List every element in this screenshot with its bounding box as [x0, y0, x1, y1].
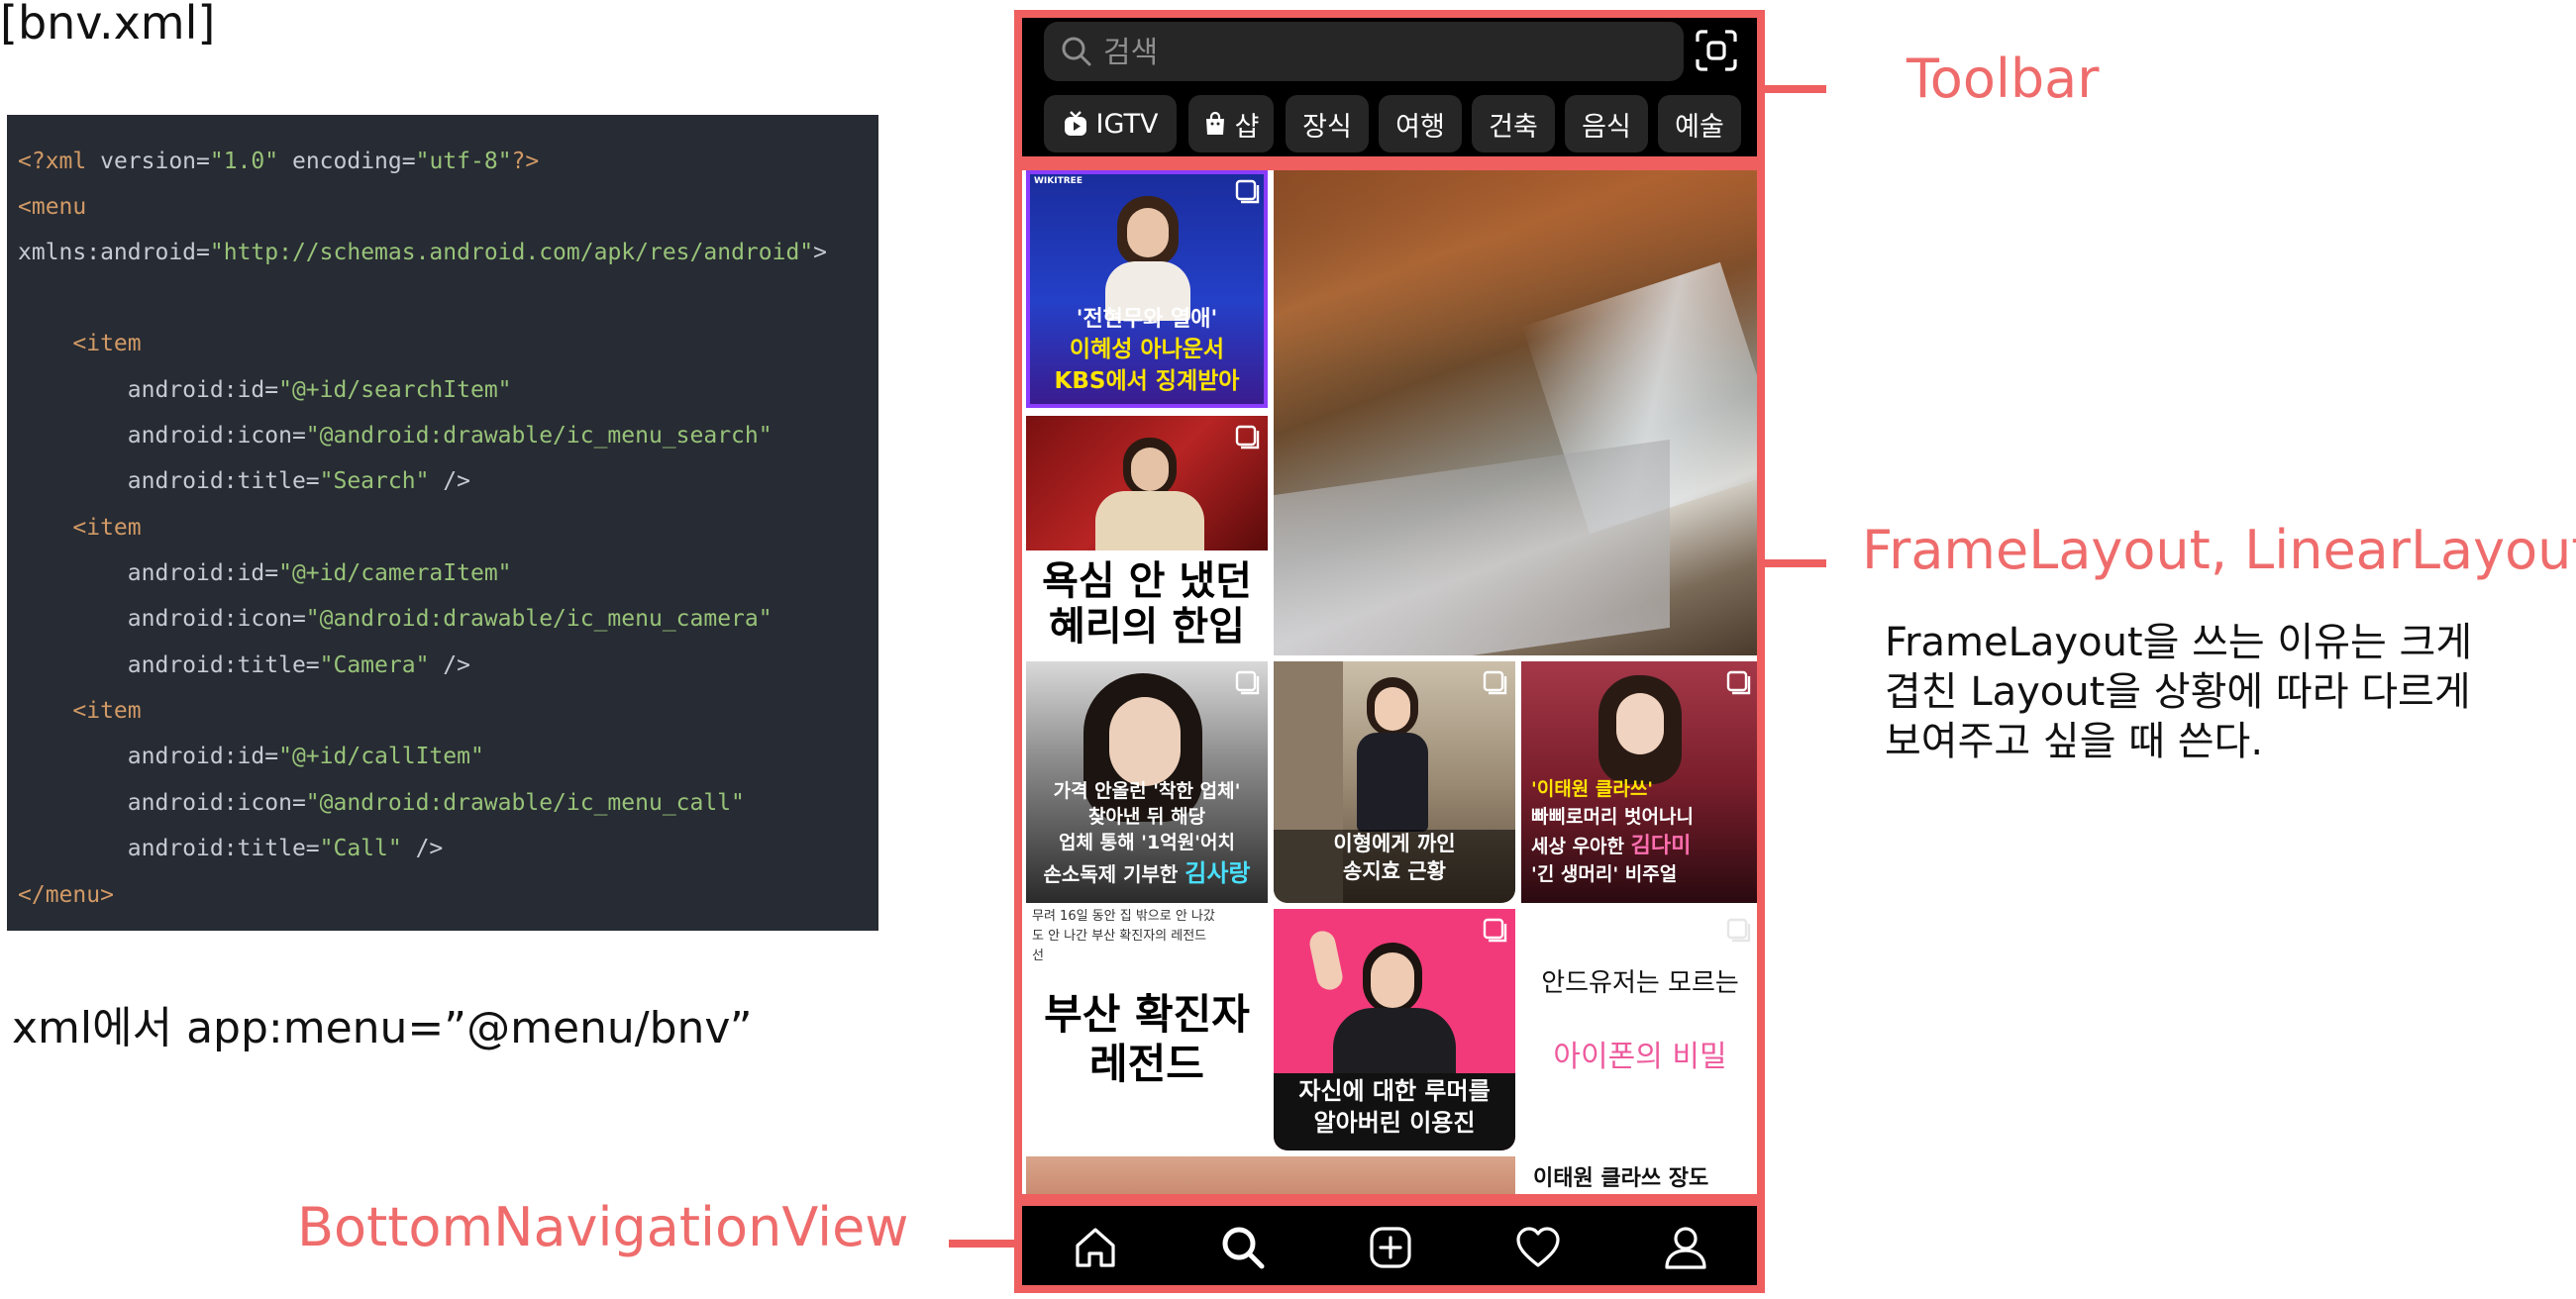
code-line: android:icon="@android:drawable/ic_menu_… [18, 606, 773, 632]
code-line: android:id="@+id/cameraItem" [18, 560, 512, 586]
code-token: /> [401, 836, 444, 861]
bnv-annotation-line [949, 1240, 1014, 1248]
code-token: <?xml [18, 149, 101, 174]
code-token: "1.0" [209, 149, 279, 174]
code-line: android:icon="@android:drawable/ic_menu_… [18, 423, 773, 449]
toolbar-annotation-label: Toolbar [1906, 48, 2100, 110]
code-token: "@+id/searchItem" [278, 377, 512, 403]
code-line: <item [18, 698, 142, 724]
explanation-line: 겹친 Layout을 상황에 따라 다르게 [1885, 669, 2471, 715]
code-line: android:id="@+id/callItem" [18, 744, 484, 769]
code-token: ?> [511, 149, 540, 174]
code-token: encoding= [278, 149, 416, 174]
code-line: android:icon="@android:drawable/ic_menu_… [18, 790, 745, 816]
bnv-annotation-label: BottomNavigationView [297, 1196, 909, 1258]
explanation-line: FrameLayout을 쓰는 이유는 크게 [1885, 620, 2473, 665]
bnv-highlight-box [1014, 1198, 1765, 1293]
code-token: android:id= [18, 744, 279, 769]
code-token: android:icon= [18, 606, 306, 632]
code-token: </menu> [18, 882, 114, 908]
code-token: > [813, 240, 828, 265]
explanation-text: FrameLayout을 쓰는 이유는 크게 겹친 Layout을 상황에 따라… [1885, 618, 2538, 766]
code-token: android:icon= [18, 790, 306, 816]
code-token: "utf-8" [415, 149, 512, 174]
code-token: "Camera" [319, 652, 430, 678]
code-token: xmlns:android= [18, 240, 210, 265]
code-token: <item [18, 331, 142, 356]
code-token: /> [429, 652, 470, 678]
code-token: /> [429, 468, 470, 494]
file-label: [bnv.xml] [0, 0, 216, 50]
explanation-line: 보여주고 싶을 때 쓴다. [1885, 719, 2264, 764]
code-token: android:title= [18, 468, 320, 494]
code-token: android:title= [18, 836, 320, 861]
code-token: android:id= [18, 560, 279, 586]
code-line: xmlns:android="http://schemas.android.co… [18, 240, 827, 265]
code-token: "@android:drawable/ic_menu_call" [305, 790, 745, 816]
code-line: </menu> [18, 882, 114, 908]
code-token: "http://schemas.android.com/apk/res/andr… [209, 240, 814, 265]
code-line: <item [18, 515, 142, 541]
code-token: version= [100, 149, 210, 174]
code-line: android:title="Camera" /> [18, 652, 470, 678]
xml-note: xml에서 app:menu=”@menu/bnv” [12, 1003, 753, 1053]
frame-annotation-line [1765, 559, 1826, 567]
code-line: <?xml version="1.0" encoding="utf-8"?> [18, 149, 539, 174]
code-token: android:icon= [18, 423, 306, 449]
code-line: <menu [18, 194, 86, 220]
frame-layout-highlight-box [1014, 162, 1765, 1202]
code-line: <item [18, 331, 142, 356]
code-token: android:title= [18, 652, 320, 678]
code-line: android:title="Search" /> [18, 468, 470, 494]
code-token: <menu [18, 194, 87, 220]
code-token: "@android:drawable/ic_menu_search" [305, 423, 773, 449]
code-line: android:title="Call" /> [18, 836, 444, 861]
code-token: "@+id/cameraItem" [278, 560, 512, 586]
toolbar-annotation-line [1765, 85, 1826, 93]
code-token: "Search" [319, 468, 430, 494]
code-token: "Call" [319, 836, 402, 861]
frame-annotation-label: FrameLayout, LinearLayout [1862, 519, 2576, 581]
code-token: android:id= [18, 377, 279, 403]
code-line: android:id="@+id/searchItem" [18, 377, 512, 403]
toolbar-highlight-box [1014, 10, 1765, 164]
code-token: <item [18, 698, 142, 724]
code-token: <item [18, 515, 142, 541]
code-token: "@+id/callItem" [278, 744, 484, 769]
code-block: <?xml version="1.0" encoding="utf-8"?> <m… [7, 115, 878, 931]
code-token: "@android:drawable/ic_menu_camera" [305, 606, 773, 632]
